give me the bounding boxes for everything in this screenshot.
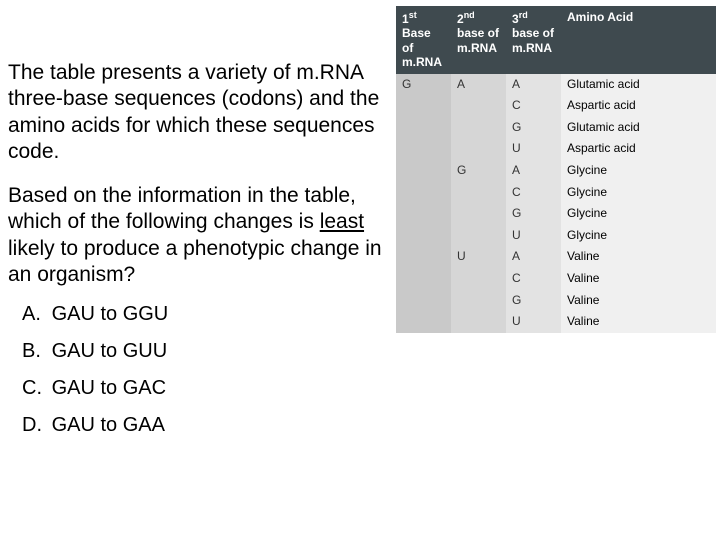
table-row: GValine: [396, 290, 716, 312]
cell-base1: [396, 138, 451, 160]
cell-base2: [451, 290, 506, 312]
table-header-row: 1st Base of m.RNA 2nd base of m.RNA 3rd …: [396, 6, 716, 74]
cell-base3: G: [506, 290, 561, 312]
table-row: GGlycine: [396, 203, 716, 225]
cell-base1: [396, 203, 451, 225]
header-base1: 1st Base of m.RNA: [396, 6, 451, 74]
codon-table: 1st Base of m.RNA 2nd base of m.RNA 3rd …: [396, 6, 716, 333]
cell-base2: [451, 138, 506, 160]
cell-base1: [396, 268, 451, 290]
cell-base1: [396, 95, 451, 117]
cell-base2: [451, 203, 506, 225]
cell-base2: [451, 117, 506, 139]
option-letter: B.: [22, 339, 46, 364]
codon-data-table: 1st Base of m.RNA 2nd base of m.RNA 3rd …: [396, 6, 716, 333]
cell-amino-acid: Valine: [561, 246, 716, 268]
cell-base2: G: [451, 160, 506, 182]
option-letter: C.: [22, 376, 46, 401]
table-row: GGlutamic acid: [396, 117, 716, 139]
cell-base3: C: [506, 182, 561, 204]
cell-amino-acid: Glycine: [561, 203, 716, 225]
table-row: CAspartic acid: [396, 95, 716, 117]
cell-base1: [396, 225, 451, 247]
cell-base2: U: [451, 246, 506, 268]
cell-amino-acid: Aspartic acid: [561, 95, 716, 117]
header-base3: 3rd base of m.RNA: [506, 6, 561, 74]
cell-base3: G: [506, 203, 561, 225]
cell-base3: C: [506, 95, 561, 117]
question-pre: Based on the information in the table, w…: [8, 184, 356, 233]
header-base2: 2nd base of m.RNA: [451, 6, 506, 74]
cell-base3: U: [506, 138, 561, 160]
cell-base1: [396, 290, 451, 312]
cell-amino-acid: Valine: [561, 290, 716, 312]
question-paragraph: Based on the information in the table, w…: [8, 183, 388, 288]
cell-base3: A: [506, 246, 561, 268]
table-row: UValine: [396, 311, 716, 333]
table-row: CGlycine: [396, 182, 716, 204]
option-text: GAU to GAA: [52, 414, 165, 436]
cell-base2: [451, 182, 506, 204]
cell-amino-acid: Glycine: [561, 160, 716, 182]
cell-base2: [451, 268, 506, 290]
cell-amino-acid: Glutamic acid: [561, 74, 716, 96]
option-text: GAU to GAC: [52, 377, 166, 399]
table-row: GAAGlutamic acid: [396, 74, 716, 96]
cell-base2: A: [451, 74, 506, 96]
cell-base1: [396, 117, 451, 139]
option-letter: D.: [22, 413, 46, 438]
question-panel: The table presents a variety of m.RNA th…: [8, 60, 388, 450]
table-row: GAGlycine: [396, 160, 716, 182]
cell-base2: [451, 225, 506, 247]
question-least: least: [320, 210, 364, 233]
cell-base1: [396, 311, 451, 333]
cell-base3: A: [506, 160, 561, 182]
cell-base3: C: [506, 268, 561, 290]
cell-base1: G: [396, 74, 451, 96]
cell-base1: [396, 182, 451, 204]
option-a[interactable]: A. GAU to GGU: [22, 302, 388, 327]
cell-base3: G: [506, 117, 561, 139]
option-d[interactable]: D. GAU to GAA: [22, 413, 388, 438]
cell-amino-acid: Aspartic acid: [561, 138, 716, 160]
cell-amino-acid: Glycine: [561, 225, 716, 247]
option-b[interactable]: B. GAU to GUU: [22, 339, 388, 364]
cell-base2: [451, 311, 506, 333]
header-amino-acid: Amino Acid: [561, 6, 716, 74]
question-post: likely to produce a phenotypic change in…: [8, 237, 382, 286]
cell-base1: [396, 160, 451, 182]
cell-amino-acid: Glycine: [561, 182, 716, 204]
cell-base2: [451, 95, 506, 117]
table-row: UGlycine: [396, 225, 716, 247]
option-letter: A.: [22, 302, 46, 327]
cell-base3: U: [506, 225, 561, 247]
intro-paragraph: The table presents a variety of m.RNA th…: [8, 60, 388, 165]
option-text: GAU to GUU: [52, 340, 168, 362]
option-c[interactable]: C. GAU to GAC: [22, 376, 388, 401]
table-row: UAspartic acid: [396, 138, 716, 160]
answer-options: A. GAU to GGU B. GAU to GUU C. GAU to GA…: [22, 302, 388, 438]
cell-base1: [396, 246, 451, 268]
cell-base3: A: [506, 74, 561, 96]
cell-amino-acid: Glutamic acid: [561, 117, 716, 139]
option-text: GAU to GGU: [52, 303, 169, 325]
table-row: UAValine: [396, 246, 716, 268]
cell-base3: U: [506, 311, 561, 333]
table-row: CValine: [396, 268, 716, 290]
cell-amino-acid: Valine: [561, 311, 716, 333]
cell-amino-acid: Valine: [561, 268, 716, 290]
